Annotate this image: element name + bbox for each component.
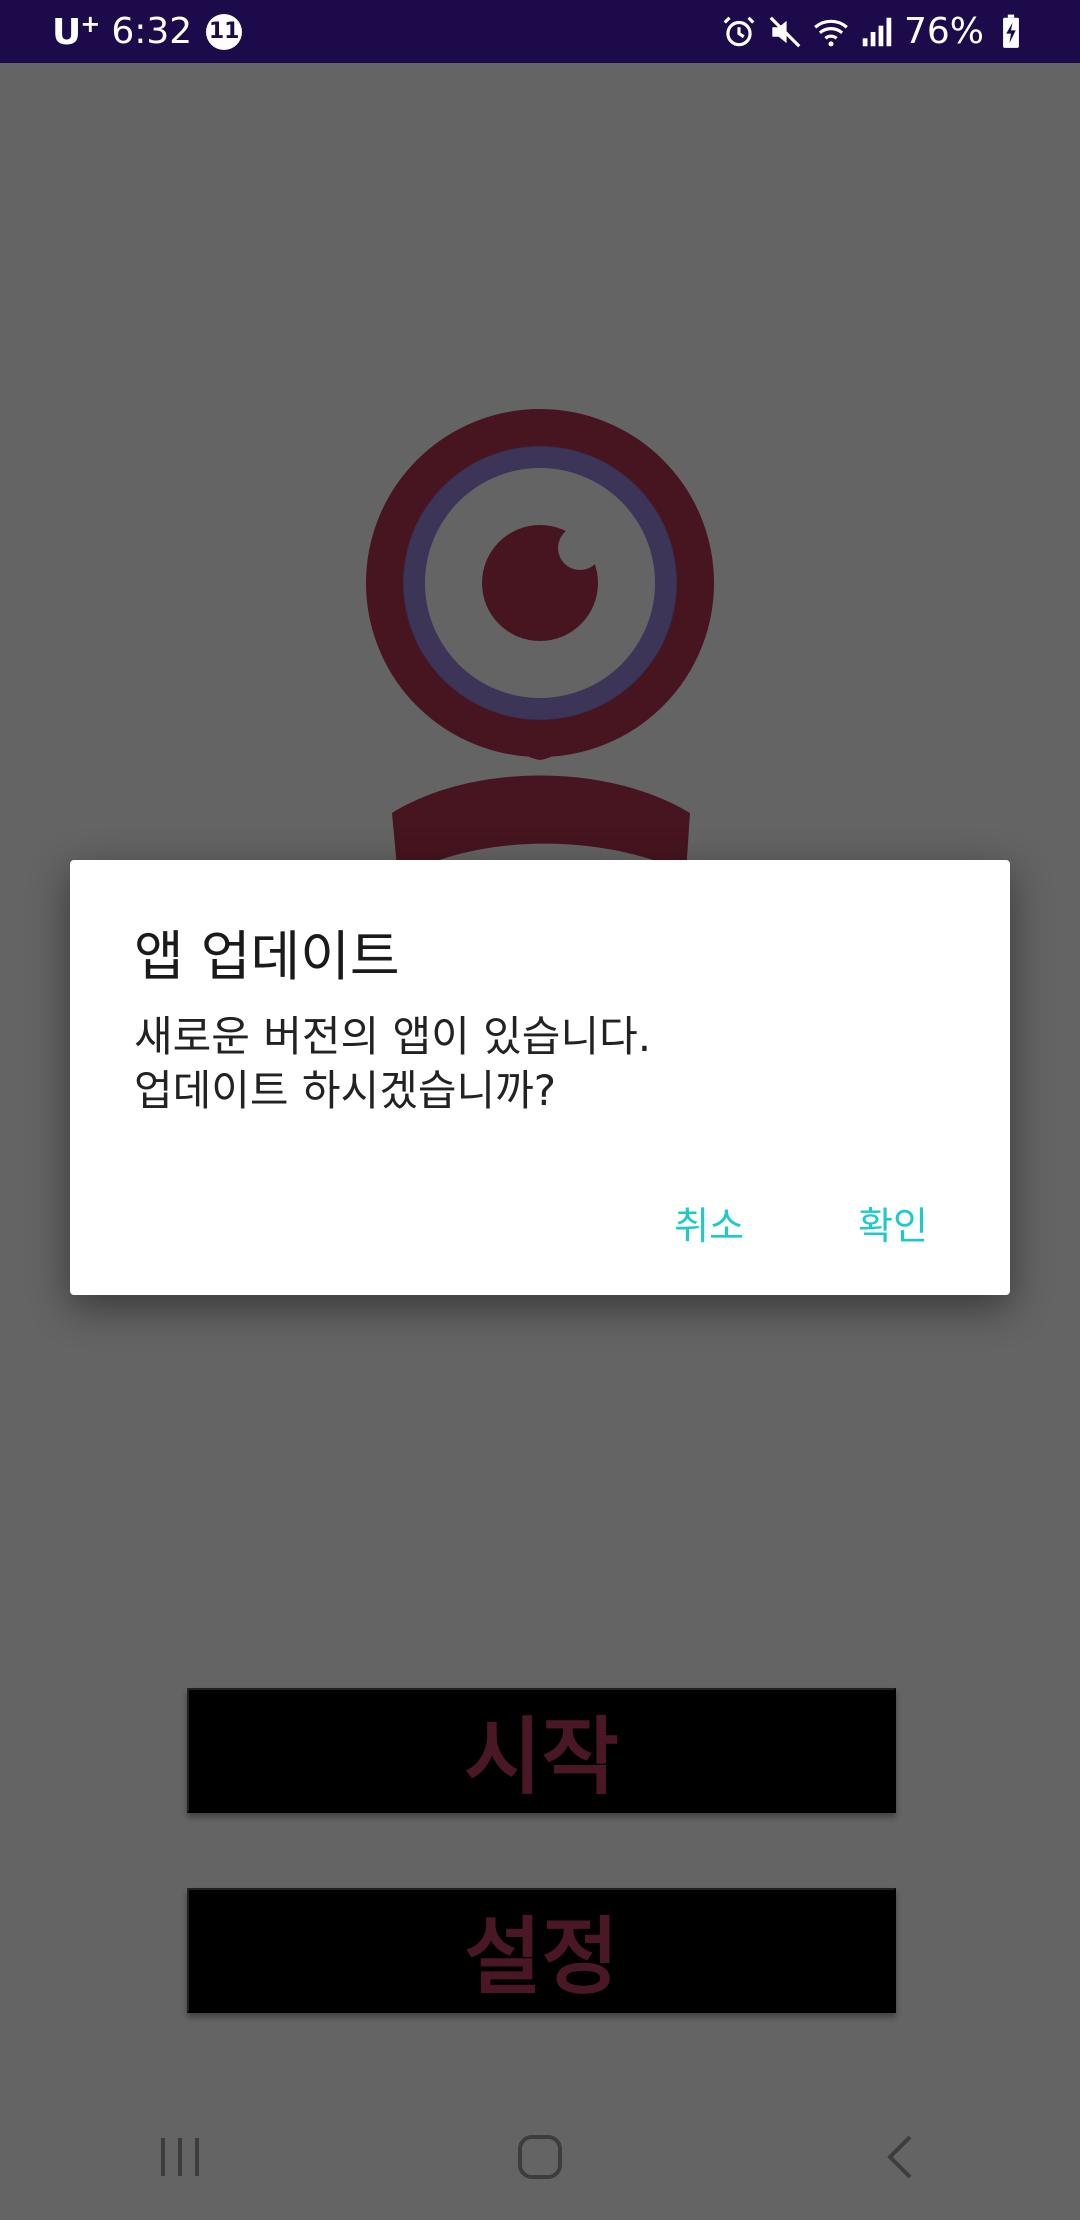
- status-bar: U+ 6:32 11 76%: [0, 0, 1080, 63]
- battery-charging-icon: [1003, 14, 1019, 48]
- update-dialog: 앱 업데이트 새로운 버전의 앱이 있습니다. 업데이트 하시겠습니까? 취소 …: [70, 860, 1010, 1295]
- status-bar-right: 76%: [712, 11, 1030, 52]
- dialog-message: 새로운 버전의 앱이 있습니다. 업데이트 하시겠습니까?: [134, 1010, 651, 1118]
- status-clock: 6:32: [111, 11, 193, 52]
- dialog-message-line-1: 새로운 버전의 앱이 있습니다.: [134, 1012, 652, 1061]
- confirm-button[interactable]: 확인: [836, 1185, 950, 1260]
- cancel-button[interactable]: 취소: [652, 1185, 766, 1260]
- wifi-icon: [814, 19, 848, 46]
- carrier-label: U+: [52, 10, 100, 53]
- dialog-message-line-2: 업데이트 하시겠습니까?: [134, 1066, 557, 1115]
- signal-icon: [862, 17, 892, 46]
- battery-percent: 76%: [903, 11, 984, 52]
- dialog-title: 앱 업데이트: [134, 925, 400, 988]
- mute-icon: [769, 16, 801, 47]
- carrier-text: U: [52, 12, 81, 53]
- screen: U+ 6:32 11 76% 앱 업데이트 새로운 버전의 앱이 있습니다. 업…: [0, 0, 1080, 2220]
- status-bar-left: U+ 6:32 11: [52, 10, 243, 53]
- alarm-icon: [723, 16, 755, 46]
- dialog-actions: 취소 확인: [582, 1185, 950, 1260]
- carrier-plus: +: [80, 10, 100, 38]
- notification-count-badge: 11: [206, 13, 243, 50]
